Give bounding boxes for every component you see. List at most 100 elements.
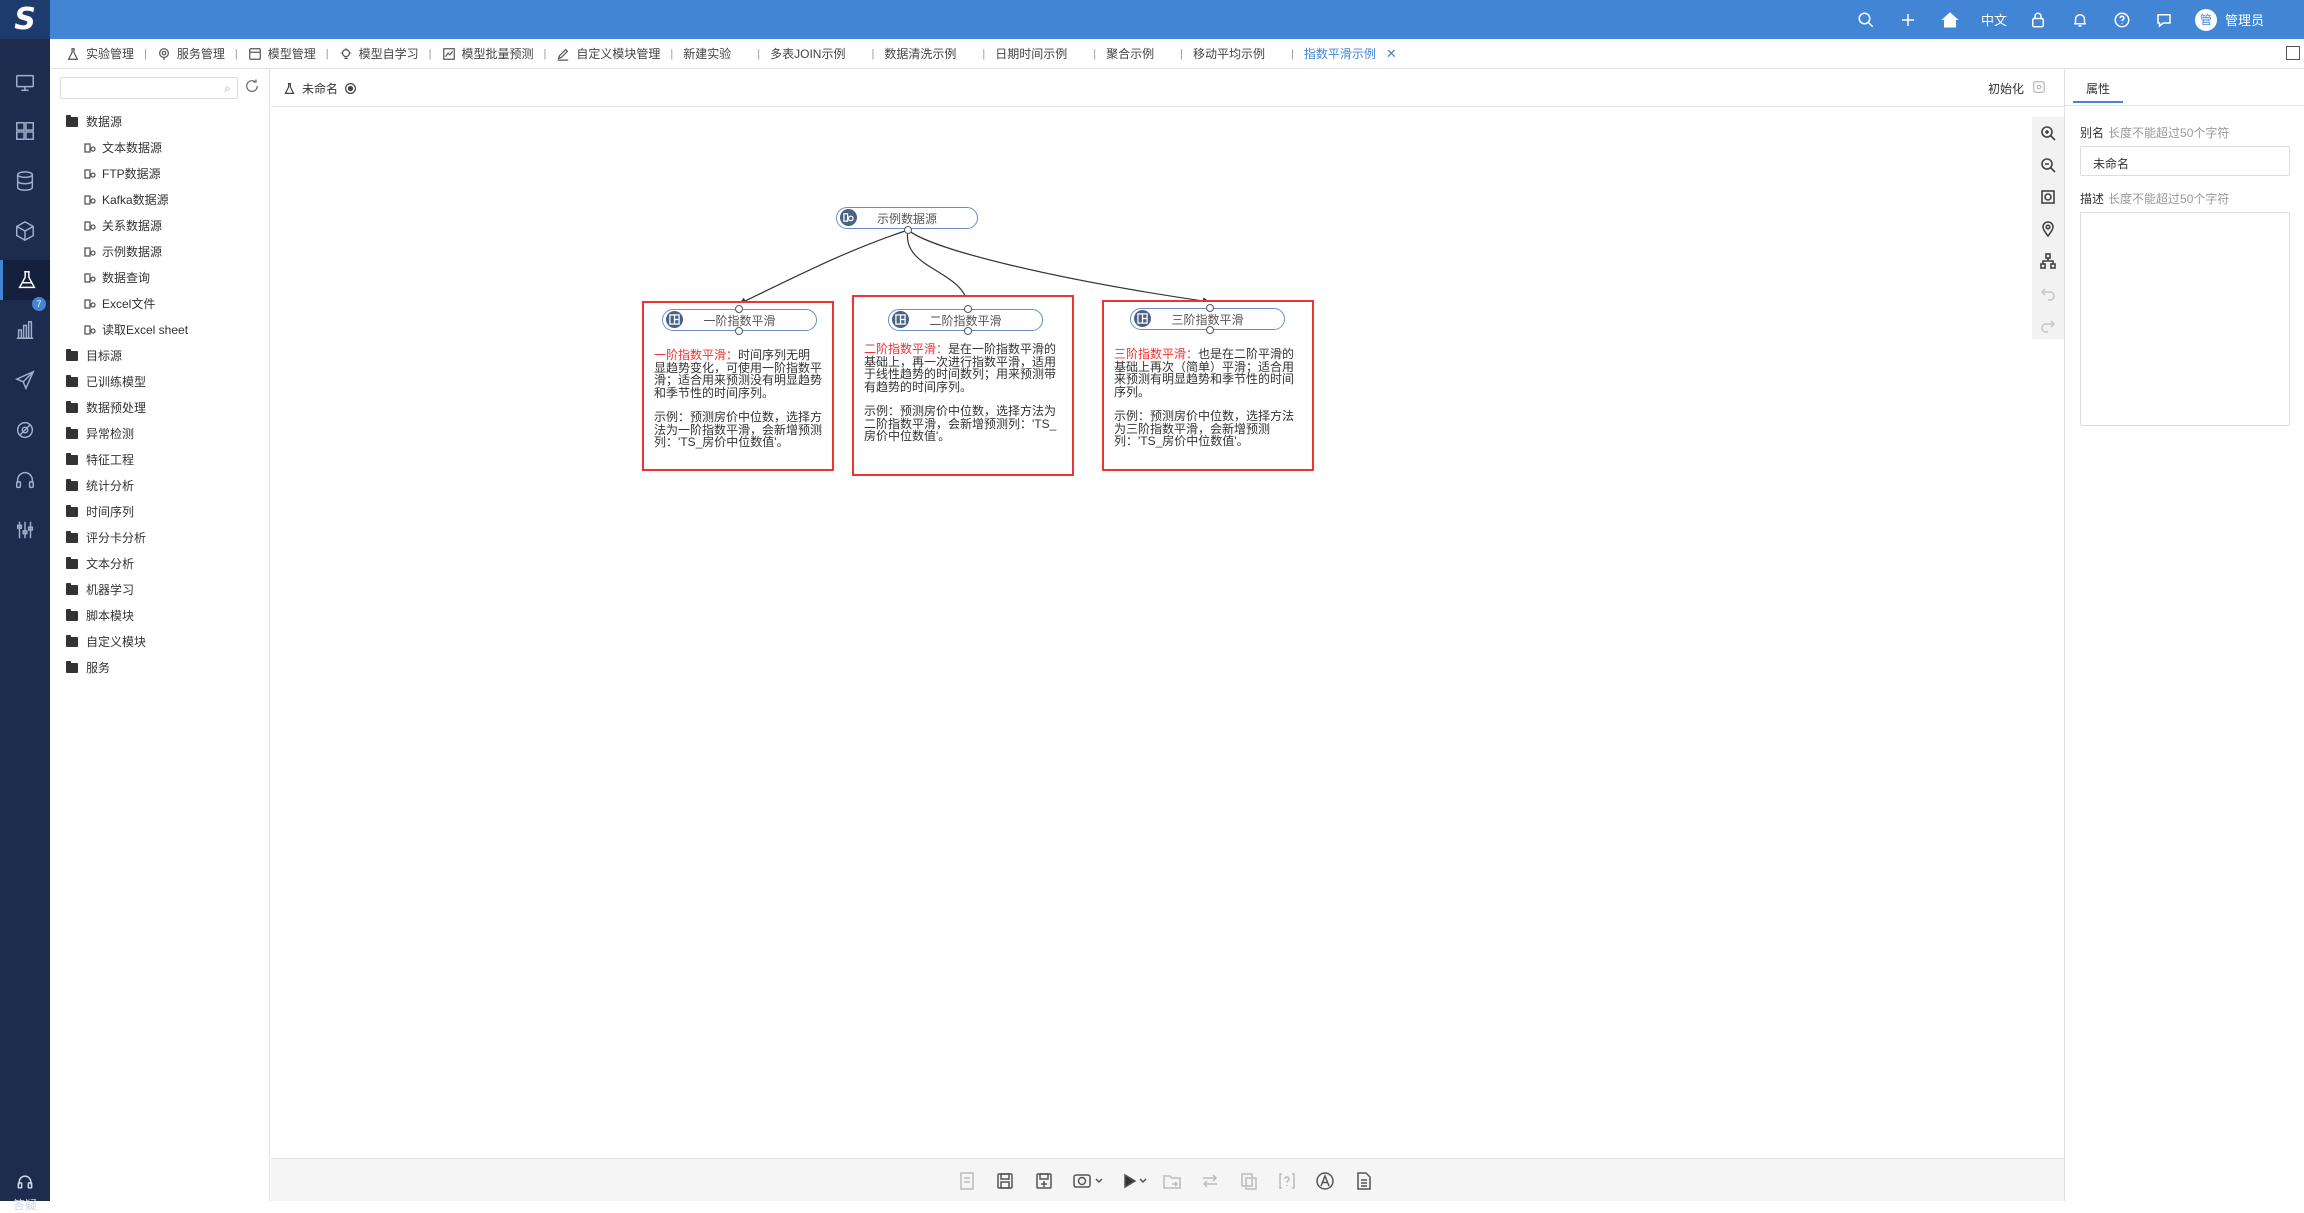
folder-icon [66, 452, 78, 465]
tree-label: 数据预处理 [86, 401, 147, 415]
layout-icon[interactable] [2040, 253, 2056, 269]
schedule-dropdown-icon[interactable] [1072, 1171, 1106, 1191]
output-port[interactable] [904, 226, 912, 234]
save-as-icon[interactable] [1034, 1171, 1054, 1191]
divider [2065, 105, 2304, 106]
tab-model-management[interactable]: 模型管理 | [248, 39, 339, 69]
output-port[interactable] [1206, 326, 1214, 334]
log-icon[interactable] [957, 1171, 977, 1191]
lock-icon[interactable] [2027, 9, 2049, 31]
refresh-icon[interactable] [244, 78, 262, 96]
canvas-bottom-toolbar [271, 1158, 2064, 1201]
model-icon[interactable] [0, 410, 50, 450]
tab-new-experiment[interactable]: 新建实验 | [683, 39, 770, 69]
tree-folder-item[interactable]: 统计分析 [66, 477, 134, 494]
tab-custom-module-management[interactable]: 自定义模块管理 | [556, 39, 683, 69]
tree-folder-item[interactable]: 自定义模块 [66, 633, 146, 650]
run-icon[interactable] [1120, 1171, 1150, 1191]
chat-icon[interactable] [2153, 9, 2175, 31]
close-icon[interactable]: ✕ [1386, 46, 1397, 62]
flask-icon [66, 46, 82, 62]
input-port[interactable] [735, 305, 743, 313]
input-port[interactable] [964, 305, 972, 313]
input-port[interactable] [1206, 304, 1214, 312]
tree-folder-item[interactable]: 服务 [66, 659, 110, 676]
tree-item[interactable]: 读取Excel sheet [84, 321, 188, 338]
bell-icon[interactable] [2069, 9, 2091, 31]
tree-folder-item[interactable]: 文本分析 [66, 555, 134, 572]
node-label: 三阶指数平滑 [1171, 312, 1244, 327]
home-icon[interactable] [1939, 9, 1961, 31]
tab-join-example[interactable]: 多表JOIN示例 | [770, 39, 884, 69]
tab-datetime-example[interactable]: 日期时间示例 | [995, 39, 1106, 69]
app-logo[interactable]: S [0, 0, 50, 39]
search-icon[interactable] [1855, 9, 1877, 31]
username[interactable]: 管理员 [2225, 10, 2264, 29]
tree-item[interactable]: 关系数据源 [84, 217, 162, 234]
chart-icon[interactable] [0, 310, 50, 350]
tree-item[interactable]: 数据查询 [84, 269, 150, 286]
tree-label: Excel文件 [102, 297, 156, 311]
send-icon[interactable] [0, 360, 50, 400]
tree-item[interactable]: Excel文件 [84, 295, 155, 312]
tree-label: 文本分析 [86, 557, 135, 571]
tree-folder-item[interactable]: 时间序列 [66, 503, 134, 520]
tree-folder-item[interactable]: 异常检测 [66, 425, 134, 442]
tree-folder-datasource[interactable]: 数据源 [66, 113, 122, 130]
plus-icon[interactable] [1897, 9, 1919, 31]
help-icon[interactable] [2111, 9, 2133, 31]
text-file-icon [84, 142, 96, 154]
maximize-icon[interactable] [2286, 46, 2300, 60]
fit-view-icon[interactable] [2040, 189, 2056, 205]
transfer-icon[interactable] [1200, 1171, 1220, 1191]
headset-icon[interactable] [0, 460, 50, 500]
tree-item[interactable]: FTP数据源 [84, 165, 161, 182]
tree-item[interactable]: Kafka数据源 [84, 191, 169, 208]
tools-icon[interactable] [0, 510, 50, 550]
annotation-icon[interactable] [1315, 1171, 1335, 1191]
tab-data-cleaning-example[interactable]: 数据清洗示例 | [884, 39, 995, 69]
help-support[interactable]: 答疑 [0, 1172, 50, 1213]
tree-folder-item[interactable]: 机器学习 [66, 581, 134, 598]
save-icon[interactable] [995, 1171, 1015, 1191]
help-bracket-icon[interactable] [1277, 1171, 1297, 1191]
avatar[interactable]: 管 [2194, 8, 2217, 31]
output-port[interactable] [964, 327, 972, 335]
tree-folder-item[interactable]: 评分卡分析 [66, 529, 146, 546]
tree-folder-item[interactable]: 脚本模块 [66, 607, 134, 624]
copy-icon[interactable] [1239, 1171, 1259, 1191]
tree-label: 自定义模块 [86, 635, 147, 649]
tree-folder-item[interactable]: 特征工程 [66, 451, 134, 468]
tree-item[interactable]: 文本数据源 [84, 139, 162, 156]
description-textarea[interactable] [2080, 212, 2290, 426]
document-icon[interactable] [1354, 1171, 1374, 1191]
database-icon[interactable] [0, 161, 50, 201]
experiment-icon[interactable] [0, 260, 50, 300]
tree-folder-item[interactable]: 数据预处理 [66, 399, 146, 416]
tree-folder-item[interactable]: 目标源 [66, 347, 122, 364]
tab-moving-average-example[interactable]: 移动平均示例 | [1193, 39, 1304, 69]
export-icon[interactable] [1162, 1171, 1182, 1191]
tab-properties[interactable]: 属性 [2073, 75, 2123, 103]
tree-folder-item[interactable]: 已训练模型 [66, 373, 146, 390]
tab-aggregation-example[interactable]: 聚合示例 | [1106, 39, 1193, 69]
output-port[interactable] [735, 327, 743, 335]
language-switch[interactable]: 中文 [1981, 10, 2007, 29]
tab-model-batch-predict[interactable]: 模型批量预测 | [442, 39, 557, 69]
monitor-icon[interactable] [0, 63, 50, 103]
location-icon[interactable] [2040, 221, 2056, 238]
tab-experiment-management[interactable]: 实验管理 | [66, 39, 157, 69]
alias-input[interactable]: 未命名 [2080, 146, 2290, 176]
description-label: 描述 长度不能超过50个字符 [2080, 190, 2229, 207]
cube-icon[interactable] [0, 211, 50, 251]
zoom-out-icon[interactable] [2040, 157, 2056, 173]
tab-model-self-learning[interactable]: 模型自学习 | [339, 39, 442, 69]
undo-icon[interactable] [2040, 285, 2056, 301]
redo-icon[interactable] [2040, 317, 2056, 333]
tab-service-management[interactable]: 服务管理 | [157, 39, 248, 69]
zoom-in-icon[interactable] [2040, 125, 2056, 141]
dashboard-icon[interactable] [0, 111, 50, 151]
tab-exponential-smoothing-example[interactable]: 指数平滑示例 ✕ [1304, 39, 1397, 69]
tree-search-input[interactable]: ⌕ [60, 77, 238, 99]
tree-item[interactable]: 示例数据源 [84, 243, 162, 260]
